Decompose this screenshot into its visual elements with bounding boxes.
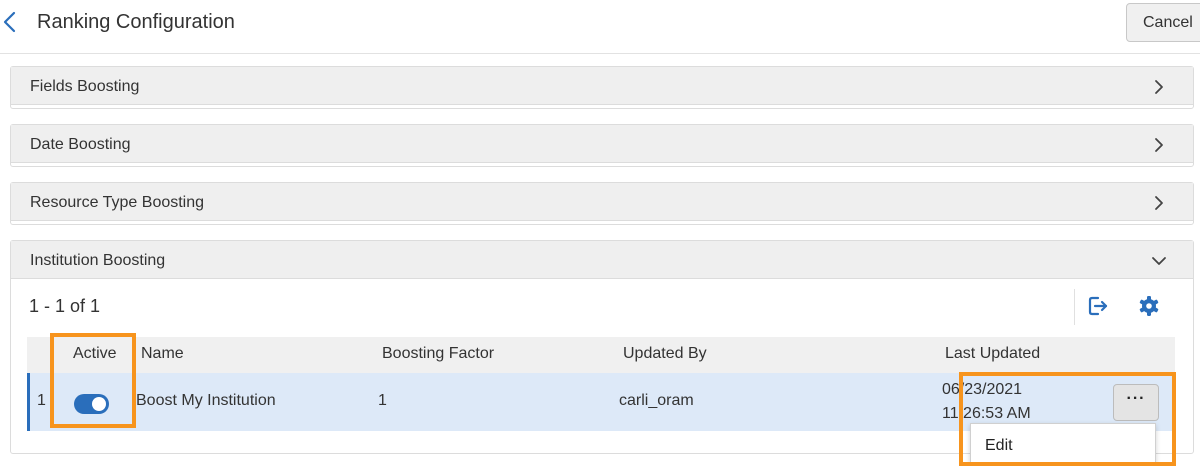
column-header-updated-by[interactable]: Updated By [623, 345, 707, 363]
toggle-knob [92, 397, 106, 411]
column-header-active[interactable]: Active [73, 345, 117, 363]
row-actions-menu: Edit [970, 423, 1156, 463]
institution-boosting-table: Active Name Boosting Factor Updated By L… [27, 337, 1175, 431]
panel-title: Institution Boosting [30, 252, 166, 269]
export-icon[interactable] [1085, 293, 1111, 319]
cell-updated-by: carli_oram [619, 392, 694, 409]
cell-last-updated-time: 11:26:53 AM [942, 405, 1031, 422]
active-toggle[interactable] [74, 394, 109, 414]
row-actions-more-icon[interactable]: ··· [1113, 384, 1159, 421]
row-index: 1 [37, 392, 46, 409]
column-header-name[interactable]: Name [141, 345, 184, 363]
panel-title: Fields Boosting [30, 78, 140, 95]
chevron-down-icon [1152, 257, 1166, 265]
gear-icon[interactable] [1136, 293, 1162, 319]
table-header: Active Name Boosting Factor Updated By L… [27, 337, 1175, 373]
menu-item-edit[interactable]: Edit [971, 424, 1157, 464]
chevron-right-icon [1155, 196, 1163, 210]
cancel-button[interactable]: Cancel [1126, 3, 1200, 42]
panel-date-boosting: Date Boosting [10, 124, 1194, 167]
top-bar: Ranking Configuration Cancel [0, 0, 1200, 54]
column-header-last-updated[interactable]: Last Updated [945, 345, 1040, 363]
cell-last-updated-date: 06/23/2021 [942, 381, 1023, 398]
toolbar-divider [1074, 289, 1075, 325]
panel-header-resource-type-boosting[interactable]: Resource Type Boosting [11, 183, 1193, 221]
page-title: Ranking Configuration [37, 11, 235, 33]
panel-institution-boosting: Institution Boosting 1 - 1 of 1 Active N… [10, 240, 1194, 454]
panel-title: Resource Type Boosting [30, 194, 205, 211]
panel-fields-boosting: Fields Boosting [10, 66, 1194, 109]
results-count: 1 - 1 of 1 [29, 296, 101, 316]
cell-boosting-factor: 1 [378, 392, 387, 409]
panel-header-date-boosting[interactable]: Date Boosting [11, 125, 1193, 163]
back-chevron-left-icon[interactable] [0, 8, 22, 36]
panel-title: Date Boosting [30, 136, 131, 153]
chevron-right-icon [1155, 138, 1163, 152]
panel-header-institution-boosting[interactable]: Institution Boosting [11, 241, 1193, 279]
column-header-boosting-factor[interactable]: Boosting Factor [382, 345, 494, 363]
panel-header-fields-boosting[interactable]: Fields Boosting [11, 67, 1193, 105]
panel-resource-type-boosting: Resource Type Boosting [10, 182, 1194, 225]
cell-name: Boost My Institution [136, 392, 276, 409]
chevron-right-icon [1155, 80, 1163, 94]
